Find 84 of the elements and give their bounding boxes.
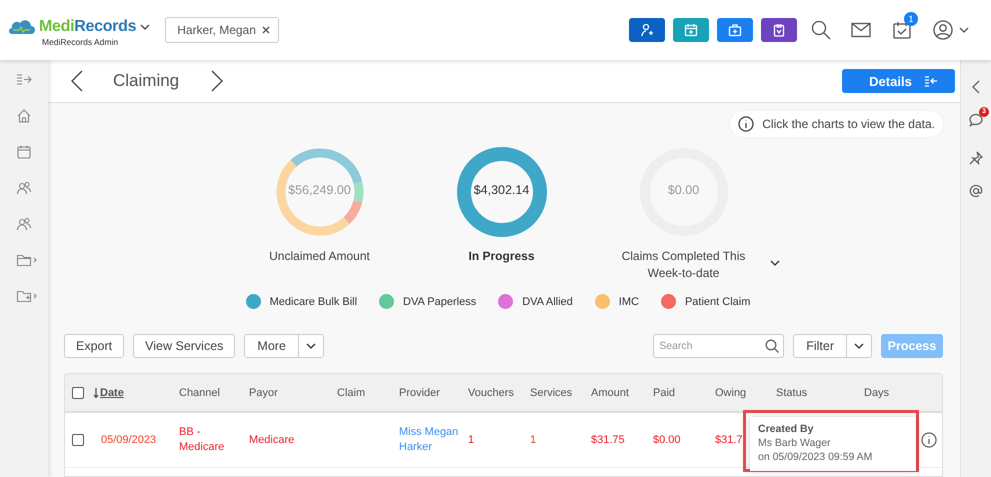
row-checkbox[interactable] <box>72 434 84 446</box>
toolbar-button[interactable]: View Services <box>133 334 236 358</box>
search-icon[interactable] <box>811 20 831 40</box>
pin-icon[interactable] <box>969 151 983 165</box>
mail-icon[interactable] <box>851 22 871 38</box>
brand-name: MediRecords <box>39 18 136 36</box>
column-header[interactable]: Status <box>776 386 808 398</box>
legend-label: DVA Allied <box>522 296 573 308</box>
info-icon[interactable] <box>921 432 937 448</box>
column-header[interactable]: Claim <box>337 386 366 398</box>
hint-text: Click the charts to view the data. <box>762 117 935 131</box>
details-button[interactable]: Details <box>842 69 955 93</box>
patient-chip[interactable]: Harker, Megan <box>165 17 279 43</box>
page-title: Claiming <box>113 71 180 91</box>
user-avatar-icon[interactable] <box>933 20 953 40</box>
chart-total: $4,302.14 <box>472 183 530 197</box>
column-header[interactable]: Owing <box>715 386 746 398</box>
dropdown-caret-icon[interactable] <box>306 343 316 349</box>
date-cell-text: 05/09/2023 <box>100 432 156 448</box>
folder-add-icon[interactable] <box>16 288 37 304</box>
notification-badge: 1 <box>904 12 918 26</box>
donut-chart[interactable] <box>456 146 548 238</box>
dropdown-caret-icon[interactable] <box>854 343 864 349</box>
calendar-icon[interactable] <box>16 144 32 160</box>
brand-subtitle: MediRecords Admin <box>41 36 120 46</box>
column-header[interactable]: Provider <box>399 386 440 398</box>
at-sign-icon[interactable] <box>969 184 983 198</box>
collapse-panel-icon <box>924 75 938 87</box>
amount-cell: $31.75 <box>591 432 625 448</box>
column-header[interactable]: Paid <box>653 386 676 398</box>
search-icon <box>765 339 780 353</box>
tooltip-title: Created By <box>758 422 814 436</box>
next-icon[interactable] <box>211 70 224 92</box>
chevron-left-icon[interactable] <box>972 80 980 94</box>
home-icon[interactable] <box>16 108 32 124</box>
person-plus-icon <box>640 23 654 37</box>
add-appointment-button[interactable] <box>673 18 709 42</box>
column-header[interactable]: Payor <box>249 386 278 398</box>
people-icon[interactable] <box>16 216 32 232</box>
cloud-logo-icon <box>7 18 35 36</box>
sort-arrow-icon[interactable] <box>93 388 99 398</box>
add-patient-button[interactable] <box>629 18 665 42</box>
channel-cell-text: BB - Medicare <box>179 425 226 455</box>
column-header[interactable]: Vouchers <box>468 386 514 398</box>
folder-icon[interactable] <box>16 252 37 268</box>
owing-cell: $31.7 <box>715 432 743 448</box>
clipboard-icon <box>772 23 786 37</box>
vouchers-cell: 1 <box>468 432 474 448</box>
chat-icon[interactable] <box>969 113 983 127</box>
info-icon <box>738 116 754 132</box>
calendar-plus-icon <box>684 23 698 37</box>
tooltip-text: Ms Barb Wager <box>758 436 832 450</box>
chevron-down-icon[interactable] <box>140 24 150 30</box>
clipboard-button[interactable] <box>761 18 797 42</box>
chevron-down-icon[interactable] <box>959 27 969 33</box>
close-icon[interactable] <box>262 26 270 34</box>
column-header[interactable]: Date <box>100 386 124 398</box>
select-all-checkbox[interactable] <box>72 386 84 398</box>
paid-cell: $0.00 <box>653 432 681 448</box>
column-header[interactable]: Services <box>530 386 572 398</box>
legend-label: DVA Paperless <box>403 296 476 308</box>
previous-icon[interactable] <box>71 70 83 92</box>
column-header[interactable]: Channel <box>179 386 220 398</box>
medical-kit-button[interactable] <box>717 18 753 42</box>
tooltip-text: on 05/09/2023 09:59 AM <box>758 450 874 464</box>
chart-dropdown[interactable]: Claims Completed This Week-to-date <box>584 248 784 282</box>
column-header[interactable]: Days <box>864 386 890 398</box>
column-header[interactable]: Amount <box>591 386 629 398</box>
calendar-check-icon[interactable] <box>893 21 911 39</box>
chart-label: In Progress <box>467 248 536 265</box>
legend-label: IMC <box>618 296 639 308</box>
people-icon[interactable] <box>16 180 32 196</box>
chart-total: $0.00 <box>666 183 700 197</box>
payor-cell: Medicare <box>249 432 294 448</box>
provider-link[interactable]: Miss Megan Harker <box>399 425 468 455</box>
chart-label: Unclaimed Amount <box>268 248 371 265</box>
legend-label: Medicare Bulk Bill <box>270 296 358 308</box>
chevron-down-icon <box>770 260 780 266</box>
search-field[interactable]: Search <box>653 334 784 358</box>
legend-label: Patient Claim <box>684 296 750 308</box>
services-cell: 1 <box>530 432 536 448</box>
chart-total: $56,249.00 <box>287 183 352 197</box>
toolbar-button[interactable]: Export <box>64 334 124 358</box>
medical-kit-icon <box>728 23 742 37</box>
